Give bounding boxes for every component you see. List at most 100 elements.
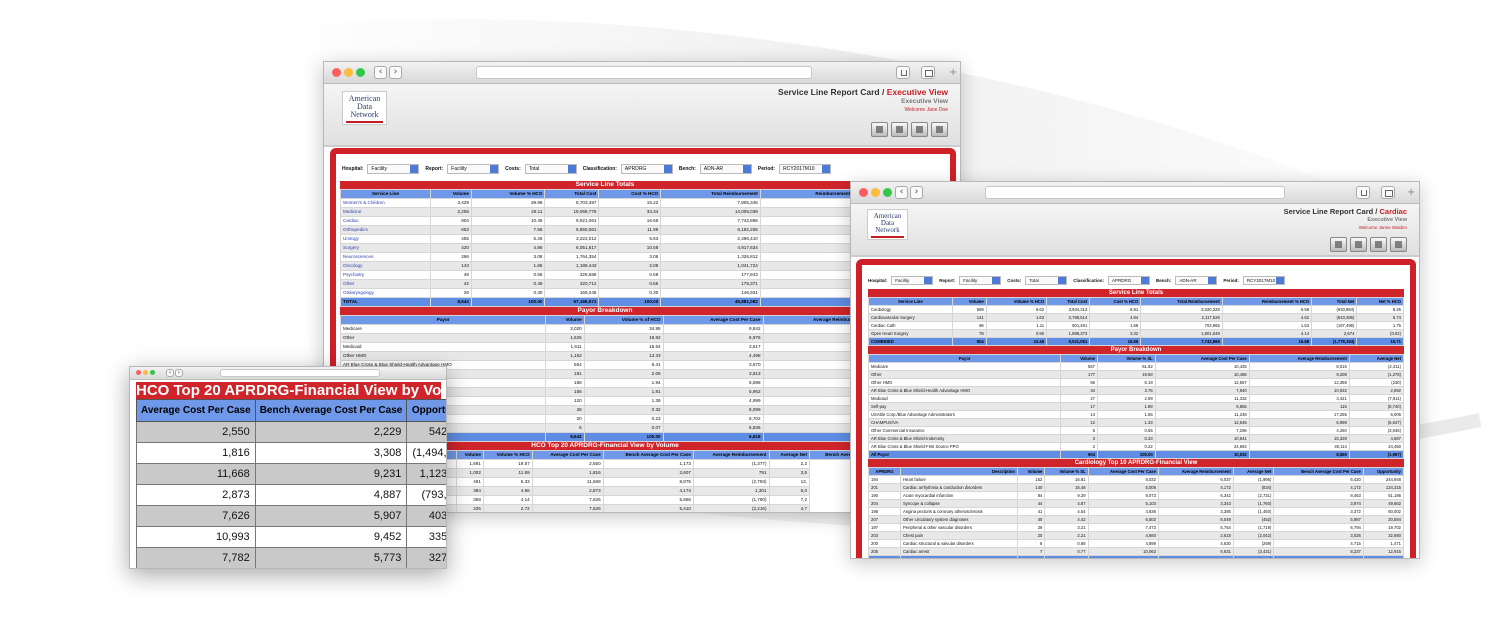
table-cell: Surgery [340, 243, 431, 253]
new-tab-plus-icon[interactable]: + [1407, 188, 1417, 198]
logout-icon[interactable] [931, 122, 948, 137]
service-line-row[interactable]: Cardiac90410.469,521,06116.657,742,86616… [340, 216, 871, 226]
address-bar[interactable] [985, 186, 1285, 199]
zoom-window-button[interactable] [356, 68, 365, 77]
total-cell: 904 [1060, 450, 1099, 459]
table-cell: 2,674 [1311, 329, 1358, 338]
filter-select[interactable]: Facility [891, 275, 934, 285]
logout-icon[interactable] [1390, 237, 1407, 252]
opportunity-cell: (793,233) [406, 484, 446, 506]
column-header: Description [900, 467, 1018, 476]
forward-arrow-icon[interactable]: › [389, 66, 402, 79]
report-title: Service Line Report Card / Cardiac [1284, 207, 1407, 216]
table-cell: 11,668 [531, 477, 604, 487]
table-cell: 11.99 [598, 225, 662, 235]
back-arrow-icon[interactable]: ‹ [374, 66, 387, 79]
close-window-button[interactable] [859, 188, 868, 197]
aprdrg-row: 203 Chest pain 20 2.21 4,660 2,618 (2,042) 3,02… [867, 531, 1405, 540]
american-data-network-logo: American Data Network [342, 91, 387, 125]
table-cell: (3,431) [1232, 547, 1275, 556]
close-window-button[interactable] [136, 370, 141, 375]
table-total-row: All Payor 904 100.00 10,532 8,565 (1,967) [867, 450, 1405, 459]
table-cell: (1,995) [1232, 475, 1275, 484]
filter-select[interactable]: Total [1025, 275, 1068, 285]
service-line-row[interactable]: Psychiatry480.56329,5880.58177,8430.39 [340, 270, 871, 280]
column-header: Net % HCO [1356, 297, 1404, 306]
home-icon[interactable] [1330, 237, 1347, 252]
column-header: Volume % SL [1044, 467, 1089, 476]
table-cell: 8,237 [1273, 547, 1364, 556]
filter-select[interactable]: APRDRG [620, 164, 673, 174]
back-arrow-icon[interactable]: ‹ [895, 186, 908, 199]
minimize-window-button[interactable] [871, 188, 880, 197]
table-cell: 4,172 [1157, 483, 1234, 492]
filter-select[interactable]: APRDRG [1108, 275, 1151, 285]
service-line-row[interactable]: Medicine 2,256 26.11 19,069,779 33.34 14,005,… [340, 207, 871, 217]
table-cell: Syncope & collapse [900, 499, 1018, 508]
table-cell: 14,005,039 [660, 207, 761, 217]
total-cell: 10,532 [1154, 450, 1250, 459]
table-cell: 6 [545, 423, 585, 433]
table-cell: 9,521,061 [544, 216, 600, 226]
service-line-row[interactable]: Orthopedics 653 7.56 6,855,061 11.99 6,192,20… [340, 225, 871, 235]
print-icon[interactable] [891, 122, 908, 137]
table-cell: 0.49 [470, 279, 546, 289]
export-icon[interactable] [1370, 237, 1387, 252]
minimize-window-button[interactable] [143, 370, 148, 375]
close-window-button[interactable] [332, 68, 341, 77]
tabs-icon[interactable] [1381, 186, 1395, 199]
forward-arrow-icon[interactable]: › [175, 369, 183, 377]
zoom-window-button[interactable] [883, 188, 892, 197]
service-line-row[interactable]: Oncology1431.651,188,4432.081,041,7242.2… [340, 261, 871, 271]
filter-select[interactable]: ADN-AR [1175, 275, 1218, 285]
table-cell: 0.58 [598, 270, 662, 280]
table-cell: 11.59 [482, 468, 533, 478]
total-cell: COMBINED [868, 337, 953, 346]
hco-zoom-window: ‹ › HCO Top 20 APRDRG-Financial View by … [129, 366, 447, 569]
table-cell: 44 [1016, 499, 1046, 508]
column-header: Volume % HCO [985, 297, 1048, 306]
share-icon[interactable] [896, 66, 910, 79]
table-cell: 4.14 [482, 495, 533, 505]
table-cell: 244,948 [1362, 475, 1405, 484]
minimize-window-button[interactable] [344, 68, 353, 77]
filter-select[interactable]: Total [524, 164, 577, 174]
table-cell: 203 [867, 531, 902, 540]
table-cell: 1.94 [583, 378, 664, 388]
service-line-row[interactable]: Other420.49320,7120.56179,3710.39 [340, 279, 871, 289]
table-cell: 141 [951, 313, 987, 322]
table-cell: (269) [1232, 539, 1275, 548]
tabs-icon[interactable] [921, 66, 935, 79]
back-arrow-icon[interactable]: ‹ [166, 369, 174, 377]
filter-label: Hospital: [868, 277, 888, 283]
service-line-row[interactable]: Urology4555.263,222,0125.632,496,4105.44 [340, 234, 871, 244]
total-cell: 5,057 [1157, 555, 1234, 558]
print-icon[interactable] [1350, 237, 1367, 252]
opportunity-row: 5,4054,210193,680 [137, 569, 448, 570]
zoom-window-button[interactable] [150, 370, 155, 375]
address-bar[interactable] [476, 66, 812, 79]
service-line-row[interactable]: Women's & Children 3,429 39.88 8,703,497 15.… [340, 198, 871, 208]
table-cell: 84 [1016, 491, 1046, 500]
address-bar[interactable] [220, 369, 380, 377]
filter-select[interactable]: Facility [447, 164, 500, 174]
table-cell: 6,006 [1348, 410, 1405, 419]
new-tab-plus-icon[interactable]: + [949, 68, 959, 78]
payor-row: Medicare 557 61.62 10,425 8,015 (2,411) [867, 362, 1405, 371]
table-cell: 177 [1060, 370, 1099, 379]
filter-select[interactable]: Facility [959, 275, 1002, 285]
service-line-row[interactable]: Neurosciences 266 3.08 1,764,354 3.08 1,326,8… [340, 252, 871, 262]
forward-arrow-icon[interactable]: › [910, 186, 923, 199]
table-cell: 3,385 [1157, 507, 1234, 516]
aprdrg-row: 190 Acute myocardial infarction 84 9.29 9,07… [867, 491, 1405, 500]
export-icon[interactable] [911, 122, 928, 137]
service-line-row[interactable]: Otolaryngology260.30169,2460.30146,9310.… [340, 288, 871, 298]
home-icon[interactable] [871, 122, 888, 137]
filter-select[interactable]: RCY2017M10 [779, 164, 832, 174]
service-line-row[interactable]: Surgery4204.866,051,61710.584,917,63410.… [340, 243, 871, 253]
share-icon[interactable] [1356, 186, 1370, 199]
filter-select[interactable]: RCY2017M10 [1242, 275, 1285, 285]
filter-select[interactable]: Facility [367, 164, 420, 174]
toolbar [1330, 237, 1407, 252]
filter-select[interactable]: ADN-AR [699, 164, 752, 174]
